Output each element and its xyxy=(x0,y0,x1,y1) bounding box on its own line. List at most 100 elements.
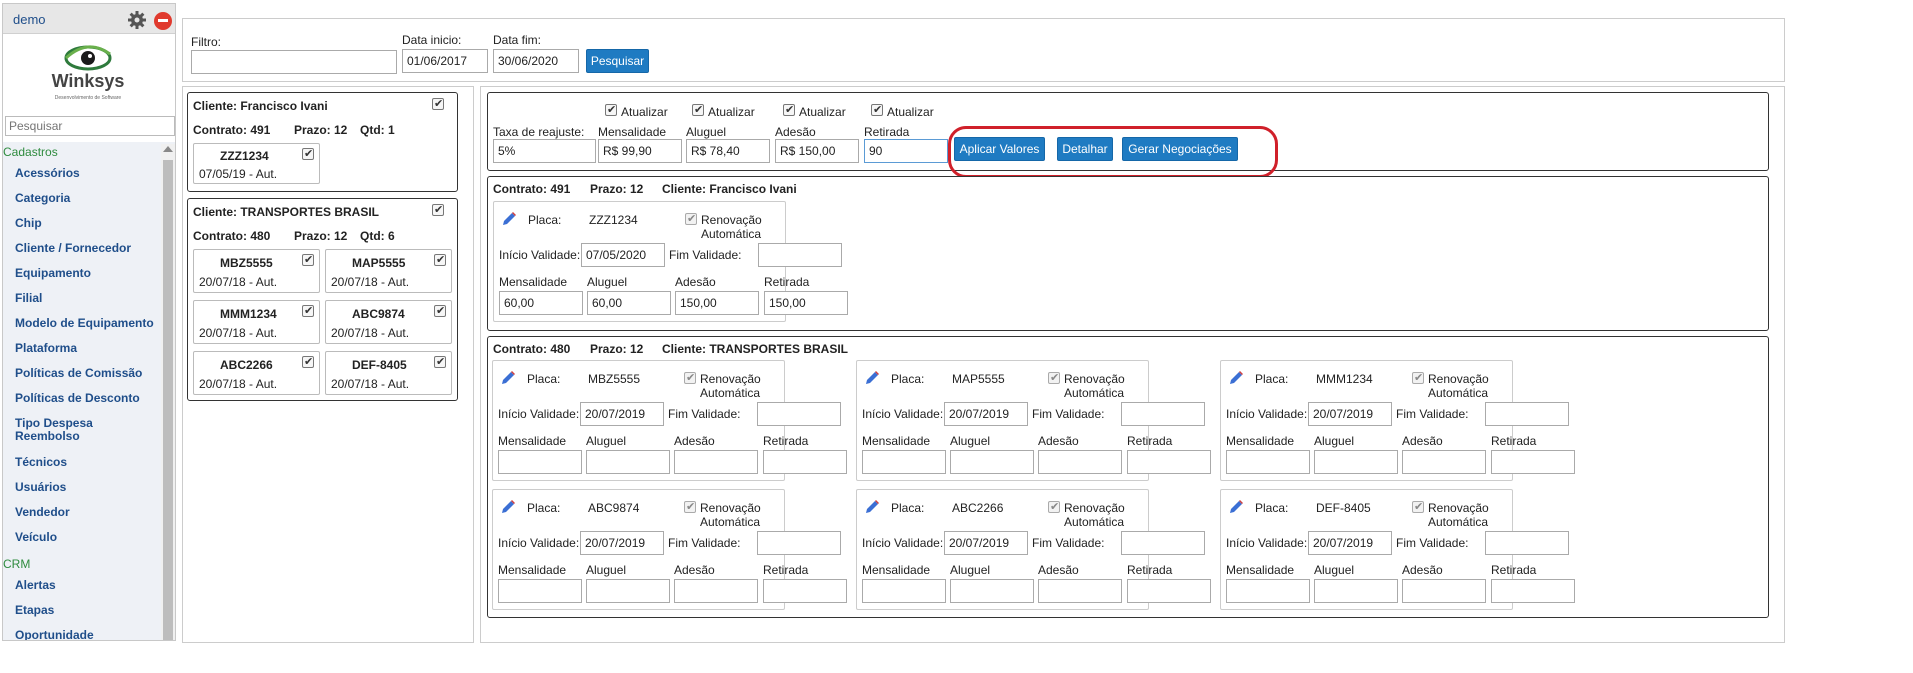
sidebar-scrollbar-thumb[interactable] xyxy=(163,160,173,640)
aluguel-input[interactable] xyxy=(686,139,770,163)
inicio-validade-input[interactable] xyxy=(580,531,664,555)
menu-item-equipamento[interactable]: Equipamento xyxy=(15,267,161,280)
aluguel-input[interactable] xyxy=(587,291,671,315)
renovacao-checkbox[interactable] xyxy=(1412,371,1424,384)
inicio-validade-input[interactable] xyxy=(944,531,1028,555)
vehicle-box[interactable]: DEF-8405 20/07/18 - Aut. xyxy=(325,351,452,395)
aluguel-input[interactable] xyxy=(586,450,670,474)
edit-pencil-icon[interactable] xyxy=(1228,499,1244,515)
menu-item-tecnicos[interactable]: Técnicos xyxy=(15,456,161,469)
aluguel-input[interactable] xyxy=(1314,579,1398,603)
retirada-input[interactable] xyxy=(763,450,847,474)
fim-validade-input[interactable] xyxy=(1121,402,1205,426)
vehicle-checkbox[interactable] xyxy=(302,147,314,160)
renovacao-checkbox[interactable] xyxy=(1048,500,1060,513)
adesao-input[interactable] xyxy=(1038,579,1122,603)
menu-item-vendedor[interactable]: Vendedor xyxy=(15,506,161,519)
adesao-input[interactable] xyxy=(1402,450,1486,474)
scroll-up-icon[interactable] xyxy=(163,146,173,152)
pesquisar-button[interactable]: Pesquisar xyxy=(586,49,649,73)
menu-item-alertas[interactable]: Alertas xyxy=(15,579,161,592)
client-checkbox[interactable] xyxy=(432,97,444,110)
mensalidade-input[interactable] xyxy=(862,579,946,603)
menu-item-veiculo[interactable]: Veículo xyxy=(15,531,161,544)
client-card[interactable]: Cliente: Francisco Ivani Contrato: 491 P… xyxy=(187,92,458,192)
adesao-input[interactable] xyxy=(674,450,758,474)
menu-item-modelo-equipamento[interactable]: Modelo de Equipamento xyxy=(15,317,161,330)
menu-item-chip[interactable]: Chip xyxy=(15,217,161,230)
gear-icon[interactable] xyxy=(127,10,147,30)
edit-pencil-icon[interactable] xyxy=(864,370,880,386)
fim-validade-input[interactable] xyxy=(757,402,841,426)
username[interactable]: demo xyxy=(13,12,46,27)
mensalidade-input[interactable] xyxy=(498,579,582,603)
vehicle-checkbox[interactable] xyxy=(302,304,314,317)
vehicle-box[interactable]: MBZ5555 20/07/18 - Aut. xyxy=(193,249,320,293)
menu-item-politicas-desconto[interactable]: Políticas de Desconto xyxy=(15,392,161,405)
edit-pencil-icon[interactable] xyxy=(501,211,517,227)
edit-pencil-icon[interactable] xyxy=(500,499,516,515)
vehicle-box[interactable]: MMM1234 20/07/18 - Aut. xyxy=(193,300,320,344)
vehicle-checkbox[interactable] xyxy=(434,355,446,368)
fim-validade-input[interactable] xyxy=(1121,531,1205,555)
edit-pencil-icon[interactable] xyxy=(864,499,880,515)
retirada-input[interactable] xyxy=(864,139,948,163)
renovacao-checkbox[interactable] xyxy=(1412,500,1424,513)
adesao-input[interactable] xyxy=(1038,450,1122,474)
adesao-input[interactable] xyxy=(675,291,759,315)
mensalidade-input[interactable] xyxy=(498,450,582,474)
atualizar-aluguel-checkbox[interactable] xyxy=(692,103,704,116)
menu-item-oportunidade[interactable]: Oportunidade xyxy=(15,629,161,641)
menu-item-acessorios[interactable]: Acessórios xyxy=(15,167,161,180)
inicio-validade-input[interactable] xyxy=(580,402,664,426)
atualizar-mensalidade-checkbox[interactable] xyxy=(605,103,617,116)
fim-validade-input[interactable] xyxy=(757,531,841,555)
renovacao-checkbox[interactable] xyxy=(685,212,697,225)
client-card[interactable]: Cliente: TRANSPORTES BRASIL Contrato: 48… xyxy=(187,198,458,401)
atualizar-retirada-checkbox[interactable] xyxy=(871,103,883,116)
adesao-input[interactable] xyxy=(674,579,758,603)
retirada-input[interactable] xyxy=(1127,579,1211,603)
vehicle-box[interactable]: ZZZ1234 07/05/19 - Aut. xyxy=(193,143,320,184)
taxa-input[interactable] xyxy=(493,139,596,163)
fim-validade-input[interactable] xyxy=(1485,531,1569,555)
retirada-input[interactable] xyxy=(1127,450,1211,474)
vehicle-checkbox[interactable] xyxy=(302,253,314,266)
mensalidade-input[interactable] xyxy=(598,139,682,163)
renovacao-checkbox[interactable] xyxy=(684,500,696,513)
menu-group-crm[interactable]: CRM xyxy=(3,557,30,571)
data-inicio-input[interactable] xyxy=(402,49,488,73)
inicio-validade-input[interactable] xyxy=(944,402,1028,426)
vehicle-box[interactable]: MAP5555 20/07/18 - Aut. xyxy=(325,249,452,293)
menu-item-politicas-comissao[interactable]: Políticas de Comissão xyxy=(15,367,161,380)
retirada-input[interactable] xyxy=(1491,450,1575,474)
menu-item-filial[interactable]: Filial xyxy=(15,292,161,305)
vehicle-box[interactable]: ABC2266 20/07/18 - Aut. xyxy=(193,351,320,395)
inicio-validade-input[interactable] xyxy=(1308,402,1392,426)
vehicle-box[interactable]: ABC9874 20/07/18 - Aut. xyxy=(325,300,452,344)
aluguel-input[interactable] xyxy=(1314,450,1398,474)
menu-item-etapas[interactable]: Etapas xyxy=(15,604,161,617)
vehicle-checkbox[interactable] xyxy=(434,304,446,317)
vehicle-checkbox[interactable] xyxy=(302,355,314,368)
mensalidade-input[interactable] xyxy=(1226,450,1310,474)
sidebar-search-input[interactable] xyxy=(5,116,175,136)
atualizar-adesao-checkbox[interactable] xyxy=(783,103,795,116)
data-fim-input[interactable] xyxy=(493,49,579,73)
retirada-input[interactable] xyxy=(764,291,848,315)
mensalidade-input[interactable] xyxy=(499,291,583,315)
edit-pencil-icon[interactable] xyxy=(500,370,516,386)
mensalidade-input[interactable] xyxy=(1226,579,1310,603)
retirada-input[interactable] xyxy=(763,579,847,603)
adesao-input[interactable] xyxy=(1402,579,1486,603)
renovacao-checkbox[interactable] xyxy=(1048,371,1060,384)
fim-validade-input[interactable] xyxy=(1485,402,1569,426)
retirada-input[interactable] xyxy=(1491,579,1575,603)
menu-item-plataforma[interactable]: Plataforma xyxy=(15,342,161,355)
stop-icon[interactable] xyxy=(154,12,172,30)
inicio-validade-input[interactable] xyxy=(581,243,665,267)
aluguel-input[interactable] xyxy=(586,579,670,603)
vehicle-checkbox[interactable] xyxy=(434,253,446,266)
client-checkbox[interactable] xyxy=(432,203,444,216)
menu-item-usuarios[interactable]: Usuários xyxy=(15,481,161,494)
